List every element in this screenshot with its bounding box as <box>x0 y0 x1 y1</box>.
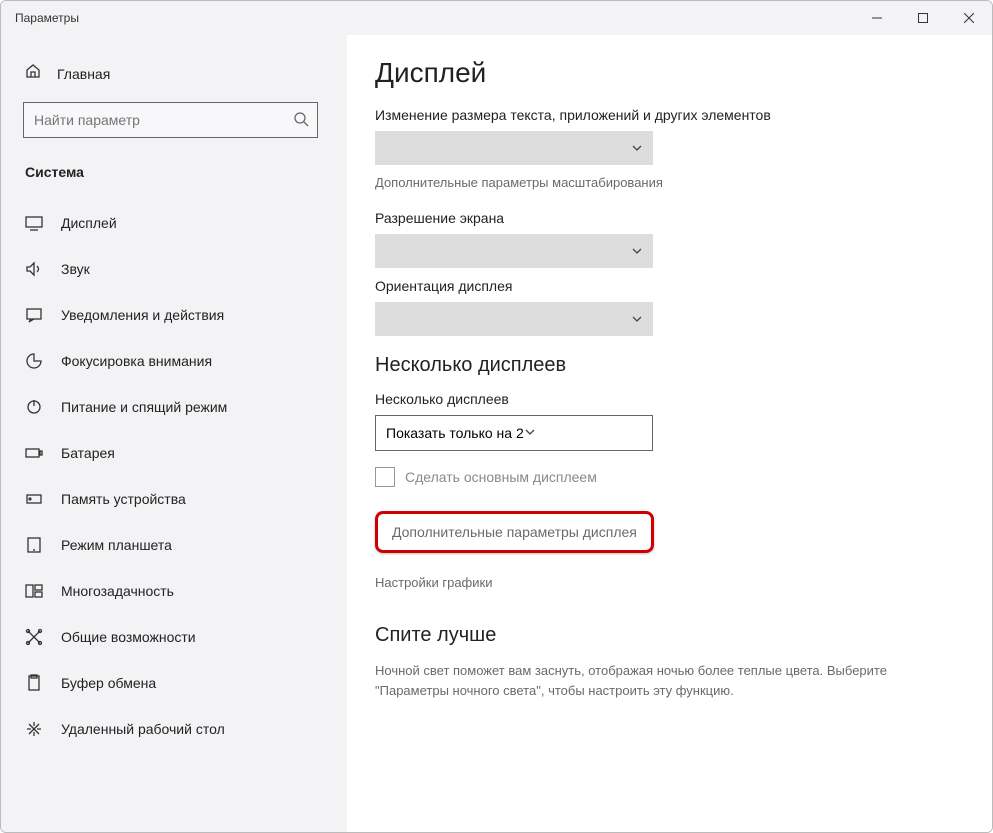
sidebar-item-multitask[interactable]: Многозадачность <box>23 568 325 614</box>
notifications-icon <box>25 306 43 324</box>
sidebar-item-sound[interactable]: Звук <box>23 246 325 292</box>
window-controls <box>854 2 992 34</box>
resolution-label: Разрешение экрана <box>375 210 964 226</box>
home-link[interactable]: Главная <box>23 53 325 102</box>
search-icon <box>293 111 309 132</box>
multi-displays-label: Несколько дисплеев <box>375 391 964 407</box>
checkbox-icon[interactable] <box>375 467 395 487</box>
tablet-icon <box>25 536 43 554</box>
window-body: Главная Система Дисплей Звук Уведомления <box>1 35 992 832</box>
orientation-dropdown[interactable] <box>375 302 653 336</box>
search-input[interactable] <box>24 112 317 128</box>
sleep-better-heading: Спите лучше <box>375 624 964 647</box>
multi-displays-value: Показать только на 2 <box>386 425 524 441</box>
sidebar-item-label: Фокусировка внимания <box>61 353 212 369</box>
focus-icon <box>25 352 43 370</box>
orientation-label: Ориентация дисплея <box>375 278 964 294</box>
clipboard-icon <box>25 674 43 692</box>
home-label: Главная <box>57 66 110 82</box>
sidebar-item-label: Режим планшета <box>61 537 172 553</box>
storage-icon <box>25 490 43 508</box>
sidebar-item-clipboard[interactable]: Буфер обмена <box>23 660 325 706</box>
display-icon <box>25 214 43 232</box>
advanced-display-link[interactable]: Дополнительные параметры дисплея <box>375 511 654 553</box>
maximize-button[interactable] <box>900 2 946 34</box>
multi-displays-dropdown[interactable]: Показать только на 2 <box>375 415 653 451</box>
chevron-down-icon <box>631 244 643 262</box>
sidebar-nav: Дисплей Звук Уведомления и действия Фоку… <box>23 200 325 752</box>
battery-icon <box>25 444 43 462</box>
sidebar-item-label: Общие возможности <box>61 629 196 645</box>
page-title: Дисплей <box>375 57 964 89</box>
window-title: Параметры <box>1 11 79 25</box>
chevron-down-icon <box>631 141 643 159</box>
sidebar-item-label: Буфер обмена <box>61 675 156 691</box>
sidebar: Главная Система Дисплей Звук Уведомления <box>1 35 347 832</box>
power-icon <box>25 398 43 416</box>
sidebar-item-battery[interactable]: Батарея <box>23 430 325 476</box>
sidebar-item-display[interactable]: Дисплей <box>23 200 325 246</box>
sidebar-item-remote[interactable]: Удаленный рабочий стол <box>23 706 325 752</box>
home-icon <box>25 63 41 84</box>
graphics-settings-link[interactable]: Настройки графики <box>375 575 964 590</box>
main-display-checkbox-label: Сделать основным дисплеем <box>405 469 597 485</box>
sleep-better-text: Ночной свет поможет вам заснуть, отображ… <box>375 661 935 700</box>
sidebar-item-label: Память устройства <box>61 491 186 507</box>
multi-displays-heading: Несколько дисплеев <box>375 354 964 377</box>
sidebar-item-notifications[interactable]: Уведомления и действия <box>23 292 325 338</box>
title-bar: Параметры <box>1 1 992 35</box>
multitask-icon <box>25 582 43 600</box>
sidebar-item-focus[interactable]: Фокусировка внимания <box>23 338 325 384</box>
sidebar-item-label: Многозадачность <box>61 583 174 599</box>
sidebar-item-storage[interactable]: Память устройства <box>23 476 325 522</box>
main-content: Дисплей Изменение размера текста, прилож… <box>347 35 992 832</box>
main-display-checkbox-row[interactable]: Сделать основным дисплеем <box>375 467 964 487</box>
resolution-dropdown[interactable] <box>375 234 653 268</box>
sidebar-item-label: Питание и спящий режим <box>61 399 227 415</box>
sidebar-item-label: Уведомления и действия <box>61 307 224 323</box>
chevron-down-icon <box>631 312 643 330</box>
minimize-button[interactable] <box>854 2 900 34</box>
chevron-down-icon <box>524 425 536 441</box>
sidebar-category: Система <box>25 164 325 180</box>
sidebar-item-power[interactable]: Питание и спящий режим <box>23 384 325 430</box>
search-box[interactable] <box>23 102 318 138</box>
scale-label: Изменение размера текста, приложений и д… <box>375 107 964 123</box>
settings-window: Параметры Главная Система Дисплей <box>0 0 993 833</box>
sound-icon <box>25 260 43 278</box>
scale-dropdown[interactable] <box>375 131 653 165</box>
close-button[interactable] <box>946 2 992 34</box>
remote-icon <box>25 720 43 738</box>
advanced-scale-link[interactable]: Дополнительные параметры масштабирования <box>375 175 964 190</box>
sidebar-item-label: Удаленный рабочий стол <box>61 721 225 737</box>
sidebar-item-label: Звук <box>61 261 90 277</box>
sidebar-item-shared[interactable]: Общие возможности <box>23 614 325 660</box>
sidebar-item-label: Батарея <box>61 445 115 461</box>
sidebar-item-label: Дисплей <box>61 215 117 231</box>
shared-icon <box>25 628 43 646</box>
sidebar-item-tablet[interactable]: Режим планшета <box>23 522 325 568</box>
